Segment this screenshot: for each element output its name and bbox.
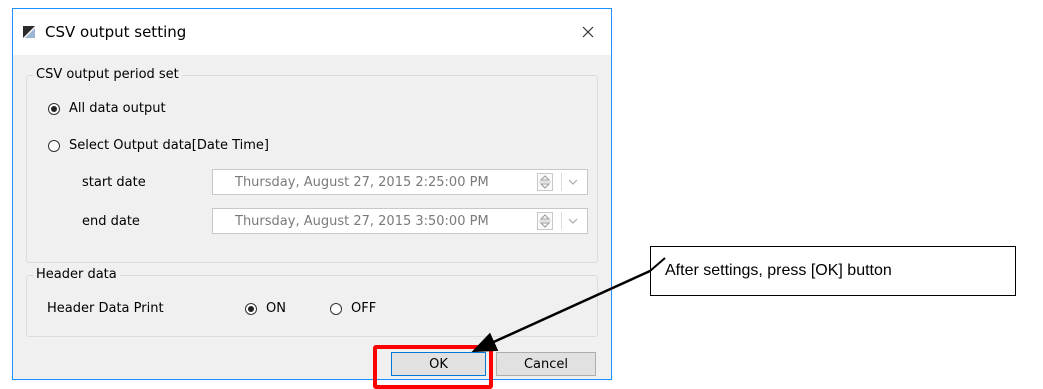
pointer-arrow — [471, 257, 666, 353]
